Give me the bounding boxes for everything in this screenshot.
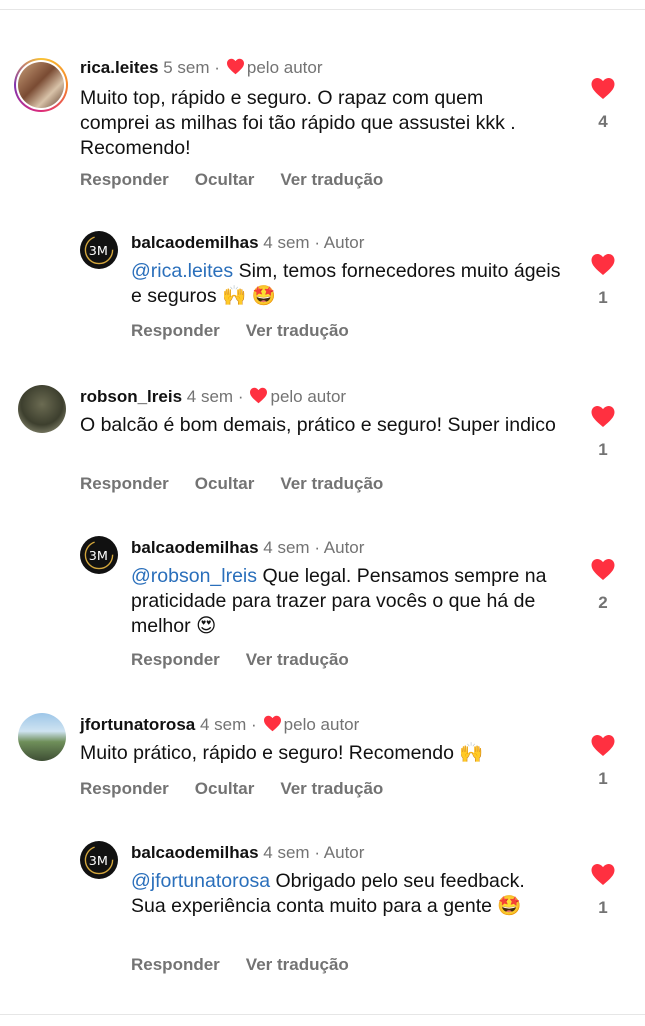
comment-header: jfortunatorosa 4 sem · pelo autor <box>80 715 360 734</box>
translate-button[interactable]: Ver tradução <box>246 650 349 669</box>
comment-actions: Responder Ocultar Ver tradução <box>80 779 409 799</box>
translate-button[interactable]: Ver tradução <box>280 779 383 798</box>
username[interactable]: balcaodemilhas <box>131 233 259 252</box>
avatar[interactable]: 3M <box>80 841 118 879</box>
avatar[interactable]: 3M <box>80 231 118 269</box>
avatar[interactable] <box>18 713 66 761</box>
hide-button[interactable]: Ocultar <box>195 170 255 189</box>
translate-button[interactable]: Ver tradução <box>280 170 383 189</box>
comment-text: O balcão é bom demais, prático e seguro!… <box>80 414 556 436</box>
translate-button[interactable]: Ver tradução <box>280 474 383 493</box>
comment-actions: Responder Ocultar Ver tradução <box>80 474 409 494</box>
author-badge: Autor <box>323 538 365 557</box>
heart-icon[interactable] <box>590 405 616 428</box>
avatar[interactable] <box>14 58 68 112</box>
reply-actions: Responder Ver tradução <box>131 321 375 341</box>
username[interactable]: balcaodemilhas <box>131 538 259 557</box>
username[interactable]: robson_lreis <box>80 387 182 406</box>
like-control[interactable]: 1 <box>589 405 617 460</box>
mention-link[interactable]: @jfortunatorosa <box>131 870 270 892</box>
like-count: 1 <box>598 440 608 459</box>
heart-icon[interactable] <box>590 558 616 581</box>
timestamp: 4 sem <box>263 233 310 252</box>
heart-icon <box>226 58 244 75</box>
bm-logo-icon: 3M <box>80 841 118 879</box>
like-count: 4 <box>598 112 608 131</box>
comment-text: Muito prático, rápido e seguro! Recomend… <box>80 742 484 764</box>
username[interactable]: balcaodemilhas <box>131 843 259 862</box>
author-badge: Autor <box>323 233 365 252</box>
top-divider <box>0 9 645 10</box>
reply-actions: Responder Ver tradução <box>131 650 375 670</box>
reply-text: @rica.leites Sim, temos fornecedores mui… <box>131 259 561 309</box>
liked-by-author: pelo autor <box>246 58 323 77</box>
hide-button[interactable]: Ocultar <box>195 474 255 493</box>
bottom-divider <box>0 1014 645 1015</box>
heart-icon[interactable] <box>590 77 616 100</box>
translate-button[interactable]: Ver tradução <box>246 955 349 974</box>
translate-button[interactable]: Ver tradução <box>246 321 349 340</box>
timestamp: 4 sem <box>263 538 310 557</box>
like-control[interactable]: 1 <box>589 253 617 308</box>
reply-header: balcaodemilhas 4 sem · Autor <box>131 538 365 557</box>
avatar[interactable] <box>18 385 66 433</box>
username[interactable]: rica.leites <box>80 58 158 77</box>
svg-text:3M: 3M <box>89 549 108 564</box>
comment-header: robson_lreis 4 sem · pelo autor <box>80 387 347 406</box>
heart-icon <box>250 387 268 404</box>
reply-header: balcaodemilhas 4 sem · Autor <box>131 843 365 862</box>
reply-header: balcaodemilhas 4 sem · Autor <box>131 233 365 252</box>
like-count: 2 <box>598 593 608 612</box>
reply-button[interactable]: Responder <box>131 650 220 669</box>
reply-button[interactable]: Responder <box>131 955 220 974</box>
comment-header: rica.leites 5 sem · pelo autor <box>80 58 323 77</box>
like-count: 1 <box>598 288 608 307</box>
liked-by-author: pelo autor <box>270 387 347 406</box>
username[interactable]: jfortunatorosa <box>80 715 195 734</box>
mention-link[interactable]: @robson_lreis <box>131 565 257 587</box>
like-control[interactable]: 1 <box>589 863 617 918</box>
timestamp: 4 sem <box>263 843 310 862</box>
comment-text: Muito top, rápido e seguro. O rapaz com … <box>80 87 516 159</box>
timestamp: 4 sem <box>199 715 247 734</box>
reply-text: @jfortunatorosa Obrigado pelo seu feedba… <box>131 869 561 919</box>
hide-button[interactable]: Ocultar <box>195 779 255 798</box>
reply-button[interactable]: Responder <box>80 779 169 798</box>
avatar[interactable]: 3M <box>80 536 118 574</box>
svg-text:3M: 3M <box>89 244 108 259</box>
reply-text: @robson_lreis Que legal. Pensamos sempre… <box>131 564 561 639</box>
heart-icon[interactable] <box>590 253 616 276</box>
reply-button[interactable]: Responder <box>131 321 220 340</box>
like-control[interactable]: 4 <box>589 77 617 132</box>
reply-button[interactable]: Responder <box>80 170 169 189</box>
comment-actions: Responder Ocultar Ver tradução <box>80 170 409 190</box>
heart-icon[interactable] <box>590 863 616 886</box>
svg-text:3M: 3M <box>89 854 108 869</box>
like-control[interactable]: 2 <box>589 558 617 613</box>
author-badge: Autor <box>323 843 365 862</box>
heart-icon <box>263 715 281 732</box>
like-count: 1 <box>598 769 608 788</box>
like-count: 1 <box>598 898 608 917</box>
bm-logo-icon: 3M <box>80 231 118 269</box>
like-control[interactable]: 1 <box>589 734 617 789</box>
mention-link[interactable]: @rica.leites <box>131 260 233 282</box>
reply-actions: Responder Ver tradução <box>131 955 375 975</box>
heart-icon[interactable] <box>590 734 616 757</box>
timestamp: 5 sem <box>163 58 210 77</box>
timestamp: 4 sem <box>186 387 234 406</box>
reply-button[interactable]: Responder <box>80 474 169 493</box>
liked-by-author: pelo autor <box>283 715 360 734</box>
bm-logo-icon: 3M <box>80 536 118 574</box>
